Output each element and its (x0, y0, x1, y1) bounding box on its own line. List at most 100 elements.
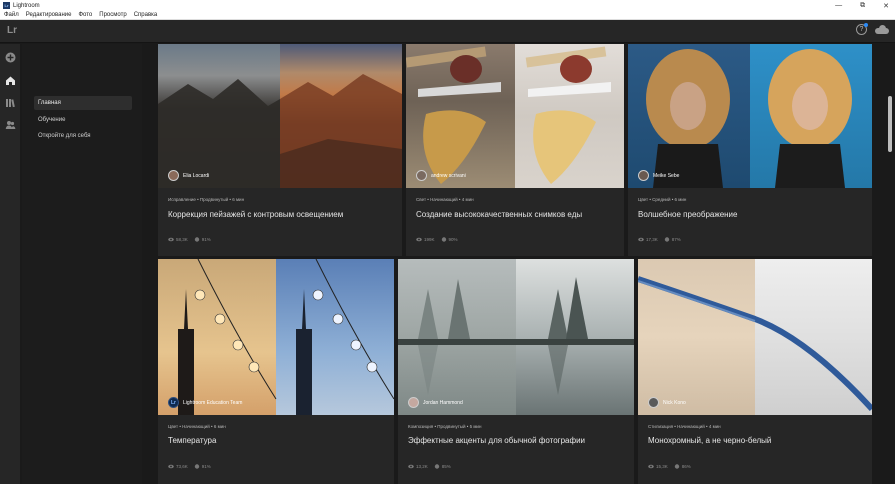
left-rail (0, 44, 21, 484)
author-avatar (408, 397, 419, 408)
learn-side-panel: Главная Обучение Откройте для себя (22, 44, 142, 484)
card-stats: 199K 90% (416, 237, 458, 243)
author-name: Nick Kono (663, 399, 686, 406)
cloud-sync-icon[interactable] (875, 25, 889, 34)
card-stats: 17,3K 87% (638, 237, 681, 243)
card-stats: 58,3K 91% (168, 237, 211, 243)
card-title: Коррекция пейзажей с контровым освещение… (168, 210, 344, 219)
rating-percent: 87% (671, 237, 681, 242)
rating-icon (441, 237, 446, 243)
views-eye-icon (168, 238, 174, 242)
menu-file[interactable]: Файл (4, 12, 19, 18)
author-avatar (168, 170, 179, 181)
rating-percent: 86% (681, 464, 691, 469)
tutorial-card[interactable]: Jordan Hammond Композиция • Продвинутый … (398, 259, 634, 484)
card-author: Meike Sebe (638, 170, 679, 181)
card-stats: 13,2K 85% (408, 464, 451, 470)
tutorial-grid: Elia Locardi Исправление • Продвинутый •… (142, 44, 895, 484)
nav-item-discover[interactable]: Откройте для себя (34, 129, 132, 143)
nav-item-home[interactable]: Главная (34, 96, 132, 110)
window-titlebar: Lr Lightroom — ⧉ ✕ (0, 0, 895, 11)
author-name: Elia Locardi (183, 172, 210, 179)
card-title: Температура (168, 436, 217, 445)
card-stats: 73,6K 91% (168, 464, 211, 470)
views-count: 17,3K (646, 237, 658, 242)
card-meta: Цвет • Начинающий • 6 мин (168, 424, 226, 429)
views-count: 199K (424, 237, 435, 242)
menu-help[interactable]: Справка (134, 12, 158, 18)
card-title: Эффектные акценты для обычной фотографии (408, 436, 586, 445)
card-title: Волшебное преображение (638, 210, 738, 219)
rating-icon (434, 464, 439, 470)
notification-dot (864, 23, 868, 27)
author-name: Lightroom Education Team (183, 399, 243, 406)
rating-icon (674, 464, 679, 470)
views-count: 73,6K (176, 464, 188, 469)
author-avatar (638, 170, 649, 181)
lightroom-app-icon: Lr (3, 2, 10, 9)
card-author: Jordan Hammond (408, 397, 463, 408)
card-meta: Исправление • Продвинутый • 6 мин (168, 197, 245, 202)
menu-photo[interactable]: Фото (78, 12, 92, 18)
card-stats: 15,3K 86% (648, 464, 691, 470)
author-avatar (648, 397, 659, 408)
rating-icon (194, 464, 199, 470)
card-title: Монохромный, а не черно-белый (648, 436, 772, 445)
card-author: andrew scrivani (416, 170, 466, 181)
tutorial-card[interactable]: Lr Lightroom Education Team Цвет • Начин… (158, 259, 394, 484)
lightroom-avatar-icon: Lr (168, 397, 179, 408)
close-button[interactable]: ✕ (883, 2, 889, 10)
views-count: 15,3K (656, 464, 668, 469)
views-eye-icon (408, 465, 414, 469)
card-author: Lr Lightroom Education Team (168, 397, 242, 408)
before-after-thumbnail (158, 44, 402, 188)
views-count: 13,2K (416, 464, 428, 469)
views-eye-icon (416, 238, 422, 242)
library-icon[interactable] (5, 97, 16, 108)
add-photos-icon[interactable] (5, 52, 16, 63)
rating-icon (194, 237, 199, 243)
card-meta: Цвет • Средний • 6 мин (638, 197, 687, 202)
rating-percent: 91% (201, 464, 211, 469)
card-author: Elia Locardi (168, 170, 209, 181)
before-after-thumbnail (638, 259, 872, 415)
card-title: Создание высококачественных снимков еды (416, 210, 583, 219)
author-name: andrew scrivani (431, 172, 466, 179)
card-meta: Свет • Начинающий • 4 мин (416, 197, 474, 202)
app-header: Lr ? (0, 20, 895, 43)
author-avatar (416, 170, 427, 181)
home-icon[interactable] (5, 75, 16, 86)
nav-item-learn[interactable]: Обучение (34, 113, 132, 127)
minimize-button[interactable]: — (835, 2, 842, 9)
rating-percent: 91% (201, 237, 211, 242)
views-eye-icon (648, 465, 654, 469)
before-after-thumbnail (398, 259, 634, 415)
before-after-thumbnail (158, 259, 394, 415)
maximize-button[interactable]: ⧉ (860, 2, 865, 10)
people-icon[interactable] (5, 119, 16, 130)
card-meta: Стилизация • Начинающий • 4 мин (648, 424, 721, 429)
menu-bar: Файл Редактирование Фото Просмотр Справк… (0, 11, 895, 20)
rating-icon (664, 237, 669, 243)
tutorial-card[interactable]: Nick Kono Стилизация • Начинающий • 4 ми… (638, 259, 872, 484)
tutorial-card[interactable]: Meike Sebe Цвет • Средний • 6 мин Волшеб… (628, 44, 872, 256)
before-after-thumbnail (628, 44, 872, 188)
before-after-thumbnail (406, 44, 624, 188)
card-author: Nick Kono (648, 397, 686, 408)
author-name: Jordan Hammond (423, 399, 463, 406)
rating-percent: 90% (448, 237, 458, 242)
author-name: Meike Sebe (653, 172, 680, 179)
tutorial-card[interactable]: andrew scrivani Свет • Начинающий • 4 ми… (406, 44, 624, 256)
help-icon[interactable]: ? (856, 23, 868, 35)
views-eye-icon (638, 238, 644, 242)
card-meta: Композиция • Продвинутый • 5 мин (408, 424, 482, 429)
views-count: 58,3K (176, 237, 188, 242)
views-eye-icon (168, 465, 174, 469)
rating-percent: 85% (441, 464, 451, 469)
window-title: Lightroom (13, 2, 40, 9)
menu-edit[interactable]: Редактирование (26, 12, 72, 18)
lightroom-logo: Lr (7, 25, 17, 36)
menu-view[interactable]: Просмотр (99, 12, 126, 18)
tutorial-card[interactable]: Elia Locardi Исправление • Продвинутый •… (158, 44, 402, 256)
scrollbar-thumb[interactable] (888, 96, 892, 152)
